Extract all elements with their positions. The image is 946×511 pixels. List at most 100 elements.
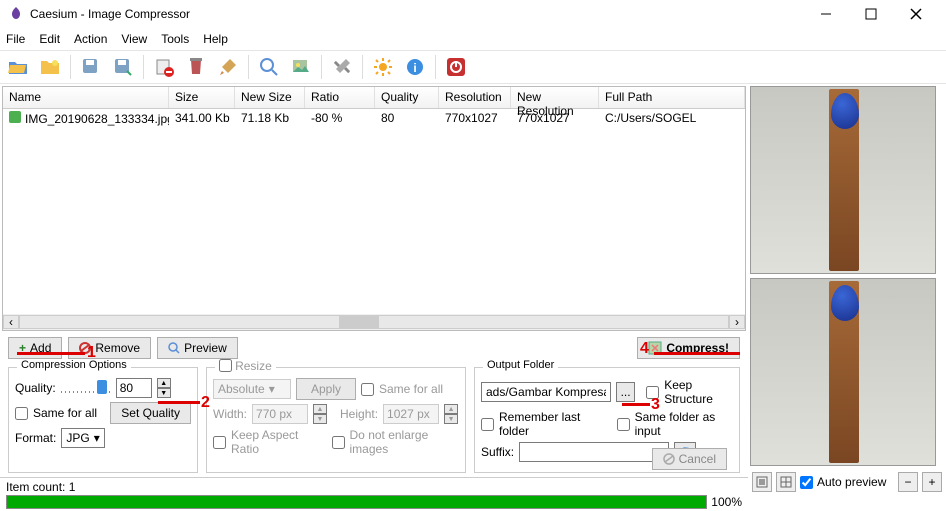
zoom-icon[interactable] [255,53,283,81]
cell-quality: 80 [375,109,439,129]
height-input[interactable] [383,404,439,424]
col-size[interactable]: Size [169,87,235,108]
col-quality[interactable]: Quality [375,87,439,108]
browse-output-button[interactable]: ... [616,382,635,402]
resize-panel: Resize Absolute▾ Apply Same for all Widt… [206,367,466,473]
menu-help[interactable]: Help [203,32,228,46]
same-for-all-resize-checkbox[interactable] [361,383,374,396]
same-for-all-resize-label: Same for all [379,382,443,396]
output-path-input[interactable] [481,382,611,402]
col-ratio[interactable]: Ratio [305,87,375,108]
fit-window-icon[interactable] [752,472,772,492]
cell-size: 341.00 Kb [169,109,235,129]
close-button[interactable] [893,0,938,28]
plus-icon: + [19,341,26,355]
magnifier-icon [168,342,180,354]
progress-percent: 100% [711,495,742,509]
width-input[interactable] [252,404,308,424]
save-list-icon[interactable] [77,53,105,81]
keep-structure-label: Keep Structure [664,378,733,406]
keep-structure-checkbox[interactable] [646,386,659,399]
col-name[interactable]: Name [3,87,169,108]
maximize-button[interactable] [848,0,893,28]
preview-button[interactable]: Preview [157,337,238,359]
menu-view[interactable]: View [121,32,147,46]
preview-compressed [750,278,936,466]
settings-gear-icon[interactable] [369,53,397,81]
cell-fullpath: C:/Users/SOGEL [599,109,745,129]
height-spinner[interactable]: ▲▼ [444,404,458,424]
menu-file[interactable]: File [6,32,25,46]
keep-aspect-checkbox[interactable] [213,436,226,449]
scroll-left-arrow-icon[interactable]: ‹ [3,315,19,329]
clear-list-icon[interactable] [182,53,210,81]
resize-mode-combo[interactable]: Absolute▾ [213,379,291,399]
same-as-input-label: Same folder as input [635,410,733,438]
same-for-all-quality-label: Same for all [33,406,97,420]
svg-text:i: i [413,61,416,75]
menu-tools[interactable]: Tools [161,32,189,46]
same-as-input-checkbox[interactable] [617,418,630,431]
cancel-icon [663,453,675,465]
brush-icon[interactable] [214,53,242,81]
cell-newsize: 71.18 Kb [235,109,305,129]
apply-resize-button[interactable]: Apply [296,378,356,400]
quality-slider[interactable] [61,378,111,398]
preview-pane: Auto preview − + [748,84,946,511]
auto-preview-label: Auto preview [817,475,886,489]
cancel-button[interactable]: Cancel [652,448,727,470]
output-folder-panel: Output Folder ... Keep Structure Remembe… [474,367,740,473]
col-newresolution[interactable]: New Resolution [511,87,599,108]
table-row[interactable]: IMG_20190628_133334.jpg 341.00 Kb 71.18 … [3,109,745,129]
toolbar: i [0,50,946,84]
same-for-all-quality-checkbox[interactable] [15,407,28,420]
auto-preview-checkbox[interactable] [800,476,813,489]
menu-edit[interactable]: Edit [39,32,60,46]
cell-resolution: 770x1027 [439,109,511,129]
quality-input[interactable] [116,378,152,398]
menubar: File Edit Action View Tools Help [0,28,946,50]
menu-action[interactable]: Action [74,32,107,46]
suffix-input[interactable] [519,442,669,462]
quality-spinner[interactable]: ▲▼ [157,378,171,398]
status-bar: Item count: 1 [0,477,748,495]
add-button[interactable]: +Add [8,337,62,359]
col-newsize[interactable]: New Size [235,87,305,108]
prohibit-icon [79,342,91,354]
cell-name: IMG_20190628_133334.jpg [25,112,169,126]
remove-item-icon[interactable] [150,53,178,81]
open-folder-icon[interactable] [36,53,64,81]
zoom-in-icon[interactable]: + [922,472,942,492]
no-enlarge-label: Do not enlarge images [350,428,459,456]
compress-button[interactable]: Compress! [637,337,740,359]
progress-bar [6,495,707,509]
open-file-icon[interactable] [4,53,32,81]
remove-button[interactable]: Remove [68,337,151,359]
settings-tools-icon[interactable] [328,53,356,81]
chevron-down-icon: ▾ [269,382,275,396]
info-icon[interactable]: i [401,53,429,81]
preview-icon[interactable] [287,53,315,81]
power-exit-icon[interactable] [442,53,470,81]
zoom-out-icon[interactable]: − [898,472,918,492]
col-resolution[interactable]: Resolution [439,87,511,108]
col-fullpath[interactable]: Full Path [599,87,745,108]
keep-aspect-label: Keep Aspect Ratio [231,428,321,456]
app-logo-icon [8,6,24,22]
no-enlarge-checkbox[interactable] [332,436,345,449]
save-profile-icon[interactable] [109,53,137,81]
format-combo[interactable]: JPG▾ [61,428,104,448]
horizontal-scrollbar[interactable]: ‹ › [3,314,745,330]
width-label: Width: [213,407,247,421]
resize-checkbox[interactable] [219,359,232,372]
actual-size-icon[interactable] [776,472,796,492]
width-spinner[interactable]: ▲▼ [313,404,327,424]
scroll-right-arrow-icon[interactable]: › [729,315,745,329]
compress-label: Compress! [666,341,729,355]
set-quality-button[interactable]: Set Quality [110,402,191,424]
quality-label: Quality: [15,381,56,395]
file-table: Name Size New Size Ratio Quality Resolut… [2,86,746,331]
preview-label: Preview [184,341,227,355]
minimize-button[interactable] [803,0,848,28]
remember-folder-checkbox[interactable] [481,418,494,431]
